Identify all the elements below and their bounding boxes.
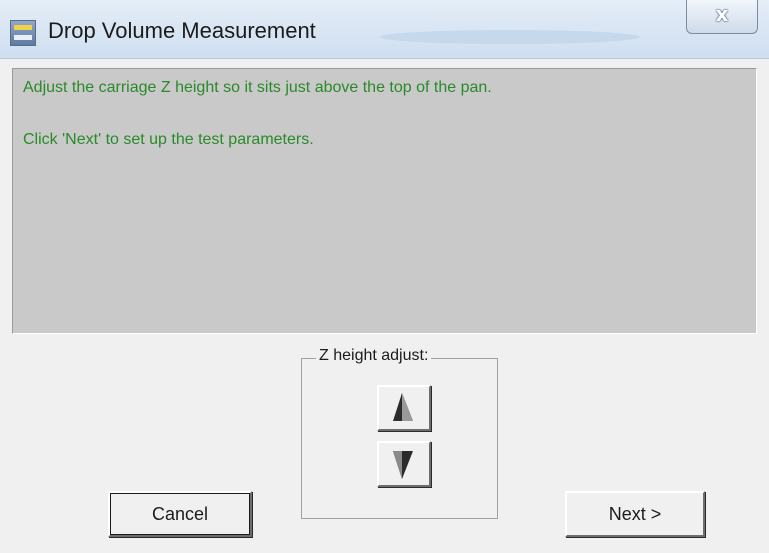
- next-button[interactable]: Next >: [565, 491, 705, 537]
- dialog-window: Drop Volume Measurement x Adjust the car…: [0, 0, 769, 553]
- app-icon: [10, 20, 36, 46]
- instruction-panel: Adjust the carriage Z height so it sits …: [12, 68, 757, 334]
- instruction-line-2: Click 'Next' to set up the test paramete…: [23, 131, 314, 148]
- cancel-button[interactable]: Cancel: [108, 491, 252, 537]
- down-arrow-icon: [393, 451, 413, 479]
- z-height-groupbox: [301, 358, 498, 519]
- title-bar[interactable]: Drop Volume Measurement x: [0, 0, 769, 59]
- close-icon: x: [715, 2, 729, 26]
- up-arrow-icon: [393, 393, 413, 421]
- z-height-label: Z height adjust:: [316, 347, 432, 365]
- z-up-button[interactable]: [377, 385, 431, 431]
- window-title: Drop Volume Measurement: [48, 18, 316, 43]
- instruction-line-1: Adjust the carriage Z height so it sits …: [23, 79, 492, 96]
- close-button[interactable]: x: [686, 0, 758, 34]
- z-down-button[interactable]: [377, 441, 431, 487]
